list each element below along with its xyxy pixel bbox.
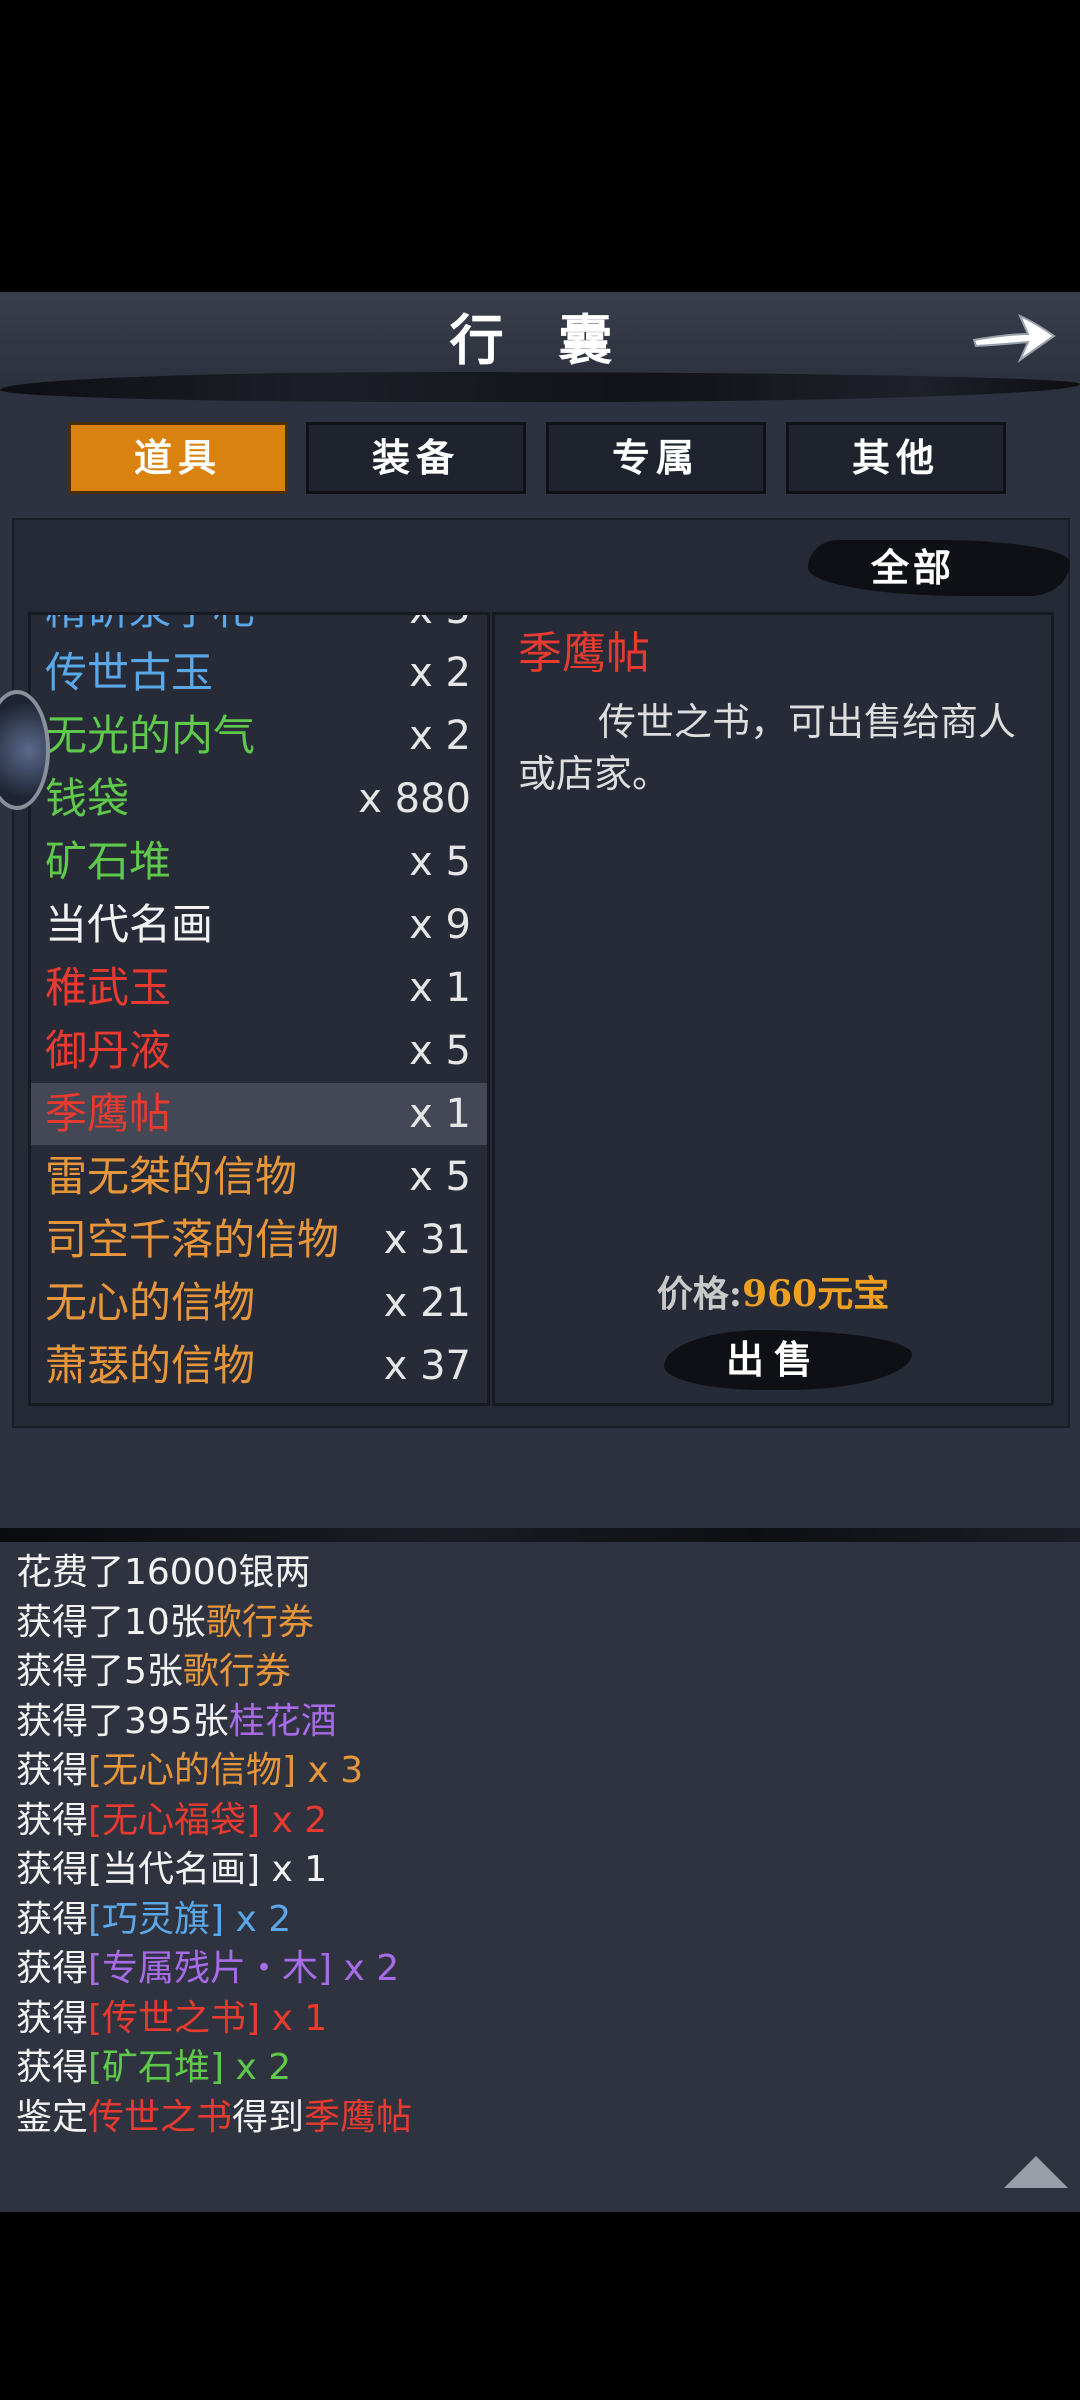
detail-description: 传世之书，可出售给商人或店家。 xyxy=(518,700,1017,796)
log-segment: 鉴定 xyxy=(16,2096,89,2138)
log-segment: [无心福袋] x 2 xyxy=(88,1799,328,1841)
list-item[interactable]: 矿石堆 x 5 xyxy=(31,831,487,893)
item-name: 传世古玉 xyxy=(45,648,214,697)
filter-dropdown[interactable]: 全部 xyxy=(808,540,1018,596)
item-name: 精研泉字札 xyxy=(45,615,255,641)
item-count: x 5 xyxy=(409,1154,471,1200)
item-name: 司空千落的信物 xyxy=(45,1215,340,1264)
log-line: 获得[巧灵旗] x 2 xyxy=(16,1895,291,1945)
item-count: x 2 xyxy=(409,650,471,696)
list-item[interactable]: 稚武玉 x 1 xyxy=(31,957,487,1019)
log-segment: [巧灵旗] x 2 xyxy=(88,1898,292,1940)
list-item[interactable]: 御丹液 x 5 xyxy=(31,1020,487,1082)
item-count: x 1 xyxy=(409,965,471,1011)
log-segment: 获得了395张 xyxy=(16,1700,229,1742)
item-count: x 1 xyxy=(409,1091,471,1137)
log-segment: 获得 xyxy=(16,2047,89,2088)
log-segment: 获得 xyxy=(16,1750,89,1791)
log-segment: [传世之书] x 1 xyxy=(88,1997,328,2039)
log-segment: 获得 xyxy=(16,1948,89,1989)
price-display: 价格:960元宝 xyxy=(492,1266,1054,1322)
log-segment: 获得 xyxy=(16,1849,89,1890)
log-line: 获得[无心的信物] x 3 xyxy=(16,1746,363,1796)
item-name: 雷无桀的信物 xyxy=(45,1152,298,1201)
tab-4[interactable]: 其他 xyxy=(786,422,1006,494)
detail-item-name: 季鹰帖 xyxy=(518,628,650,679)
item-name: 矿石堆 xyxy=(45,837,172,886)
sell-button[interactable]: 出售 xyxy=(664,1330,884,1390)
log-line: 获得了5张歌行券 xyxy=(16,1647,291,1697)
price-value: 960元宝 xyxy=(742,1273,890,1315)
item-name: 萧瑟的信物 xyxy=(45,1341,256,1390)
item-name: 当代名画 xyxy=(45,900,214,949)
list-item[interactable]: 萧瑟的信物 x 37 xyxy=(31,1335,487,1397)
log-segment: 获得 xyxy=(16,1799,89,1841)
log-line: 获得[传世之书] x 1 xyxy=(16,1994,327,2044)
log-segment: [专属残片・木] x 2 xyxy=(88,1948,400,1989)
list-item-selected[interactable]: 季鹰帖 x 1 xyxy=(31,1083,487,1145)
item-count: x 5 xyxy=(409,1028,471,1074)
list-item[interactable]: 无光的内气 x 2 xyxy=(31,705,487,767)
list-item[interactable]: 当代名画 x 9 xyxy=(31,894,487,956)
log-segment: 获得了10张 xyxy=(16,1601,206,1643)
item-name: 季鹰帖 xyxy=(45,1089,172,1138)
log-line: 获得[当代名画] x 1 xyxy=(16,1845,327,1895)
item-name: 钱袋 xyxy=(45,774,130,823)
log-segment: 歌行券 xyxy=(205,1601,314,1643)
item-list[interactable]: 精研泉字札 x 5 传世古玉 x 2 无光的内气 x 2 钱袋 x 880 矿石堆 x 5 当代名画… xyxy=(28,612,490,1406)
log-segment: 获得 xyxy=(16,1898,89,1940)
log-line: 鉴定传世之书得到季鹰帖 xyxy=(16,2093,412,2143)
list-item[interactable]: 司空千落的信物 x 31 xyxy=(31,1209,487,1271)
log-segment: 桂花酒 xyxy=(228,1700,337,1742)
log-segment: 季鹰帖 xyxy=(304,2096,413,2138)
log-segment: 获得了5张 xyxy=(16,1651,183,1692)
page-title: 行 囊 xyxy=(449,308,631,372)
item-count: x 21 xyxy=(383,1280,471,1326)
log-segment: [矿石堆] x 2 xyxy=(88,2047,292,2088)
message-log: 花费了16000银两 获得了10张歌行券 获得了5张歌行券 获得了395张桂花酒 获得[… xyxy=(0,1542,1080,2212)
item-count: x 2 xyxy=(409,713,471,759)
log-line: 获得[专属残片・木] x 2 xyxy=(16,1944,399,1994)
log-segment: 得到 xyxy=(232,2096,305,2138)
tab-2[interactable]: 装备 xyxy=(306,422,526,494)
arrow-right-icon[interactable] xyxy=(968,304,1058,368)
item-count: x 31 xyxy=(383,1217,471,1263)
list-item[interactable]: 无心的信物 x 21 xyxy=(31,1272,487,1334)
list-item[interactable]: 精研泉字札 x 5 xyxy=(31,615,487,641)
log-segment: 获得 xyxy=(16,1997,89,2039)
log-segment: 花费了16000银两 xyxy=(16,1552,311,1593)
log-segment: 传世之书 xyxy=(88,2096,233,2138)
item-count: x 880 xyxy=(358,776,471,822)
log-line: 花费了16000银两 xyxy=(16,1548,311,1598)
tab-1[interactable]: 道具 xyxy=(68,422,288,494)
item-name: 无心的信物 xyxy=(45,1278,256,1327)
list-item[interactable]: 传世古玉 x 2 xyxy=(31,642,487,704)
log-line: 获得[无心福袋] x 2 xyxy=(16,1796,327,1846)
item-name: 稚武玉 xyxy=(45,963,172,1012)
collapse-up-icon[interactable] xyxy=(1004,2156,1068,2188)
log-line: 获得了395张桂花酒 xyxy=(16,1697,337,1747)
list-item[interactable]: 钱袋 x 880 xyxy=(31,768,487,830)
log-line: 获得[矿石堆] x 2 xyxy=(16,2043,291,2093)
item-name: 无光的内气 xyxy=(45,711,256,760)
item-count: x 5 xyxy=(409,615,471,641)
item-count: x 37 xyxy=(383,1343,471,1389)
price-label: 价格: xyxy=(656,1273,743,1315)
log-line: 获得了10张歌行券 xyxy=(16,1598,314,1648)
tab-3[interactable]: 专属 xyxy=(546,422,766,494)
log-segment: [当代名画] x 1 xyxy=(88,1849,328,1890)
log-segment: 歌行券 xyxy=(182,1651,291,1692)
item-count: x 9 xyxy=(409,902,471,948)
item-count: x 5 xyxy=(409,839,471,885)
list-item[interactable]: 雷无桀的信物 x 5 xyxy=(31,1146,487,1208)
item-name: 御丹液 xyxy=(45,1026,172,1075)
log-segment: [无心的信物] x 3 xyxy=(88,1750,364,1791)
